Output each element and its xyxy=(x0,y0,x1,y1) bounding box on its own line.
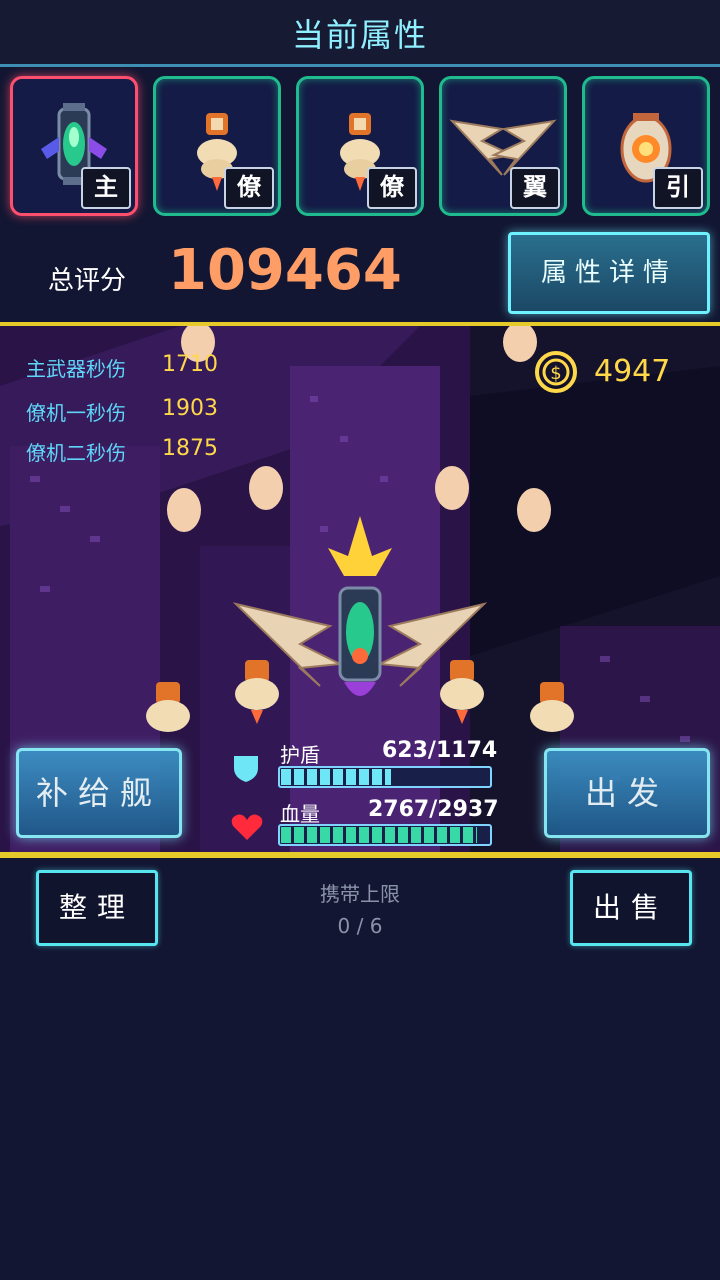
health-bar xyxy=(278,824,492,846)
slot-wing[interactable]: 翼 xyxy=(439,76,567,216)
svg-text:$: $ xyxy=(550,363,561,384)
page-title: 当前属性 xyxy=(291,16,428,54)
stat-wingman-1-label: 僚机一秒伤 xyxy=(26,401,126,425)
health-label: 血量 xyxy=(280,802,320,826)
coin-icon: $ xyxy=(535,351,577,393)
stat-main-weapon-value: 1710 xyxy=(162,352,218,377)
slot-wingman-1[interactable]: 僚 xyxy=(153,76,281,216)
total-score-label: 总评分 xyxy=(48,266,127,296)
stat-main-weapon-label: 主武器秒伤 xyxy=(26,357,126,381)
stat-wingman-2-label: 僚机二秒伤 xyxy=(26,441,126,465)
total-score-value: 109464 xyxy=(168,238,402,303)
heart-icon xyxy=(231,814,263,840)
depart-button[interactable]: 出发 xyxy=(544,748,710,838)
health-bar-fill xyxy=(281,827,477,843)
slot-main-weapon[interactable]: 主 xyxy=(10,76,138,216)
shield-bar xyxy=(278,766,492,788)
shield-value: 623/1174 xyxy=(382,738,498,763)
shield-label: 护盾 xyxy=(280,743,320,767)
header-divider xyxy=(0,64,720,67)
slot-tag: 翼 xyxy=(510,167,560,209)
health-value: 2767/2937 xyxy=(368,797,499,822)
shield-bar-fill xyxy=(281,769,392,785)
stat-wingman-1-value: 1903 xyxy=(162,396,218,421)
carry-limit-label: 携带上限 xyxy=(320,882,400,906)
stat-wingman-2-value: 1875 xyxy=(162,436,218,461)
coin-count: 4947 xyxy=(594,354,671,389)
slot-tag: 引 xyxy=(653,167,703,209)
supply-ship-button[interactable]: 补给舰 xyxy=(16,748,182,838)
shield-icon xyxy=(234,756,258,782)
attribute-details-button[interactable]: 属性详情 xyxy=(508,232,710,314)
slot-tag: 僚 xyxy=(224,167,274,209)
slot-tag: 僚 xyxy=(367,167,417,209)
carry-limit-value: 0 / 6 xyxy=(337,914,383,938)
slot-wingman-2[interactable]: 僚 xyxy=(296,76,424,216)
scene-bottom-frame xyxy=(0,852,720,858)
slot-engine[interactable]: 引 xyxy=(582,76,710,216)
slot-tag: 主 xyxy=(81,167,131,209)
